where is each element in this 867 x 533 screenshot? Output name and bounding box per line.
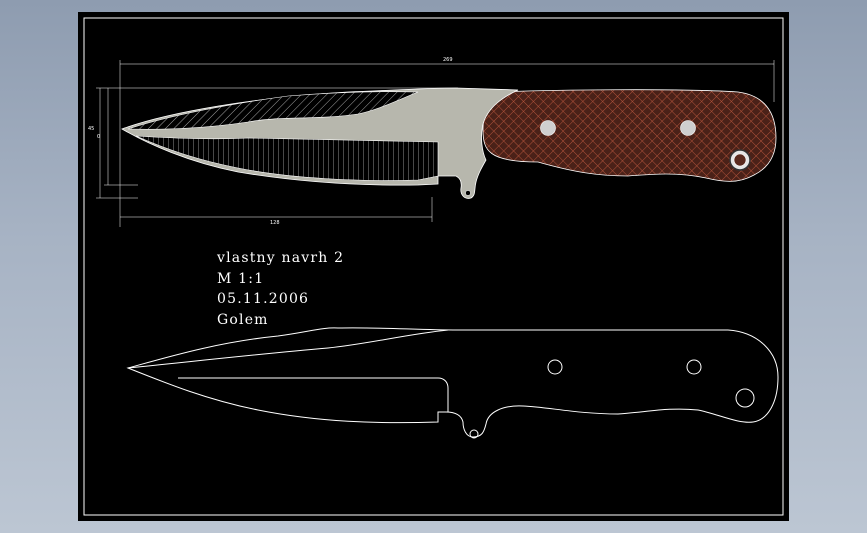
- knife-handle-top: [482, 89, 777, 182]
- guard-hole-icon: [465, 190, 471, 196]
- rivet-hole-icon: [686, 359, 702, 375]
- knife-outline-profile: [126, 327, 779, 438]
- dim-overall-length: 269: [443, 57, 453, 63]
- top-knife-rendered: [121, 87, 777, 199]
- lanyard-hole-inner: [733, 153, 747, 167]
- edge-bevel-hatch: [135, 135, 439, 181]
- dim-height-left: 45: [88, 126, 94, 132]
- cad-drawing-canvas: 269 128 45 0: [83, 17, 784, 516]
- drawing-sheet: 269 128 45 0 vlastny navrh 2 M 1:1 05.11…: [78, 12, 789, 521]
- rivet-icon: [680, 120, 696, 136]
- dim-height-inner: 0: [97, 134, 100, 140]
- title-block: vlastny navrh 2 M 1:1 05.11.2006 Golem: [217, 248, 344, 330]
- dim-blade-length: 128: [270, 220, 280, 226]
- bottom-knife-outline: [126, 327, 779, 439]
- ricasso-line: [178, 377, 449, 412]
- lanyard-hole-icon: [735, 388, 755, 408]
- grind-line: [127, 329, 449, 369]
- rivet-hole-icon: [547, 359, 563, 375]
- title-line: vlastny navrh 2: [217, 250, 345, 266]
- scale-line: M 1:1: [217, 270, 265, 287]
- rivet-icon: [540, 120, 556, 136]
- date-line: 05.11.2006: [217, 291, 310, 308]
- author-line: Golem: [217, 311, 269, 328]
